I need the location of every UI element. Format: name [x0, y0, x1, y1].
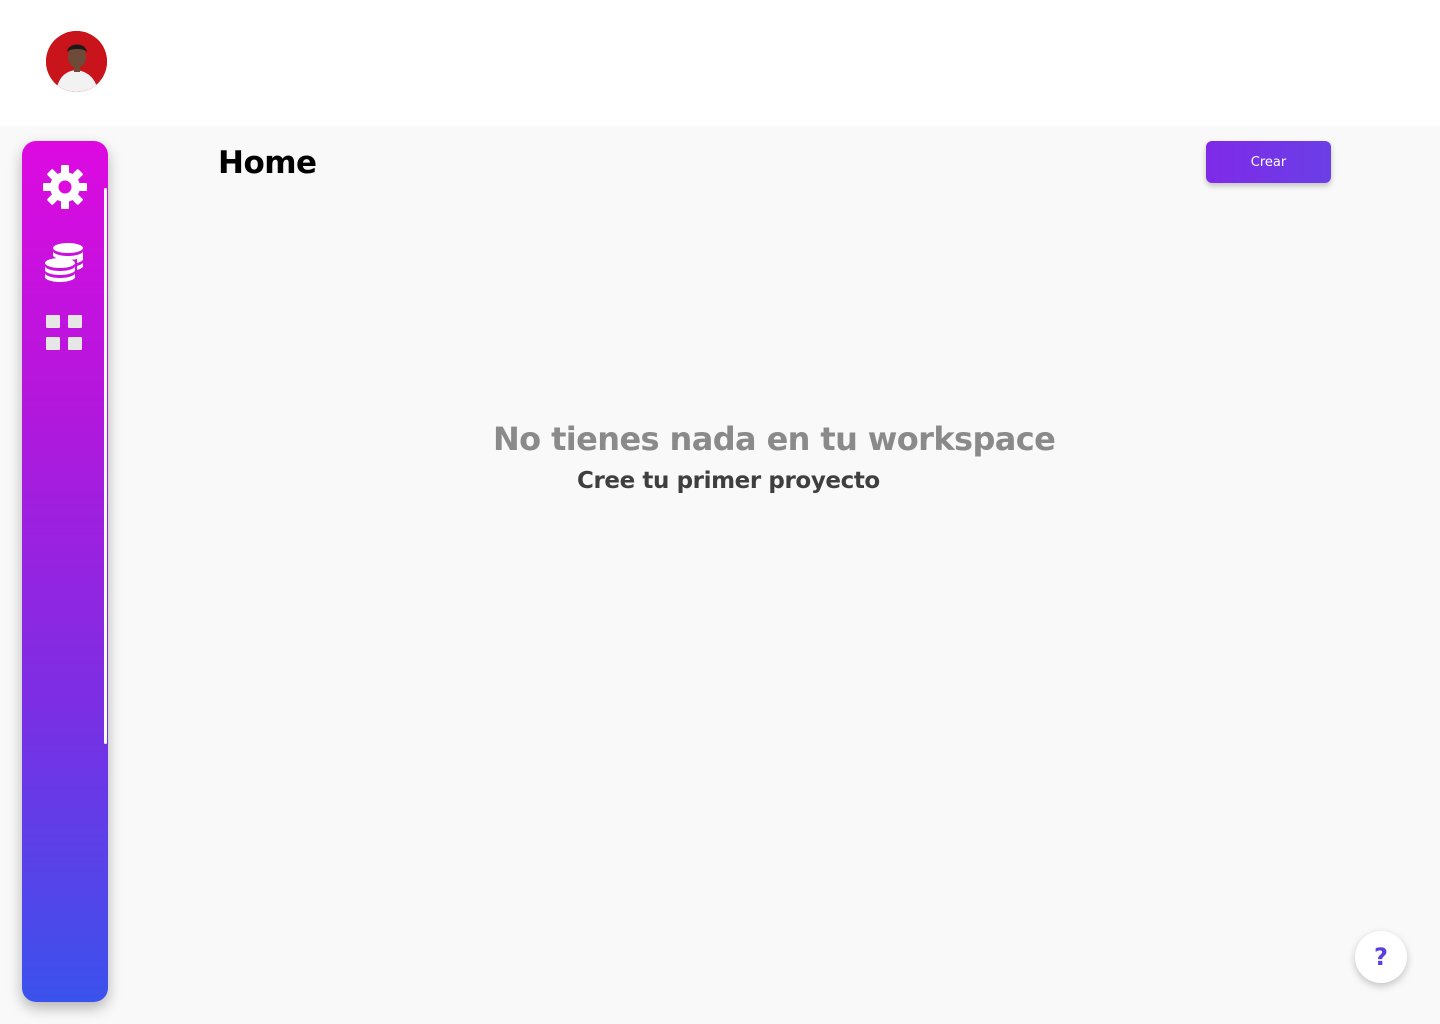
sidebar-scrollbar[interactable] [104, 188, 107, 744]
top-bar [0, 0, 1440, 126]
sidebar-item-apps[interactable] [42, 310, 88, 356]
empty-state-title: No tienes nada en tu workspace [493, 420, 1056, 458]
sidebar-item-coins[interactable] [42, 239, 88, 285]
sidebar-item-settings[interactable] [42, 164, 88, 210]
page-title: Home [218, 145, 317, 181]
avatar-photo [46, 31, 107, 92]
main-area [0, 126, 1440, 1024]
avatar[interactable] [46, 31, 107, 92]
grid-icon [46, 315, 82, 350]
gear-icon [43, 165, 87, 209]
empty-state-subtitle: Cree tu primer proyecto [577, 468, 880, 494]
coins-stack-icon [45, 243, 83, 282]
create-button[interactable]: Crear [1206, 141, 1331, 183]
help-button[interactable]: ? [1355, 931, 1407, 983]
